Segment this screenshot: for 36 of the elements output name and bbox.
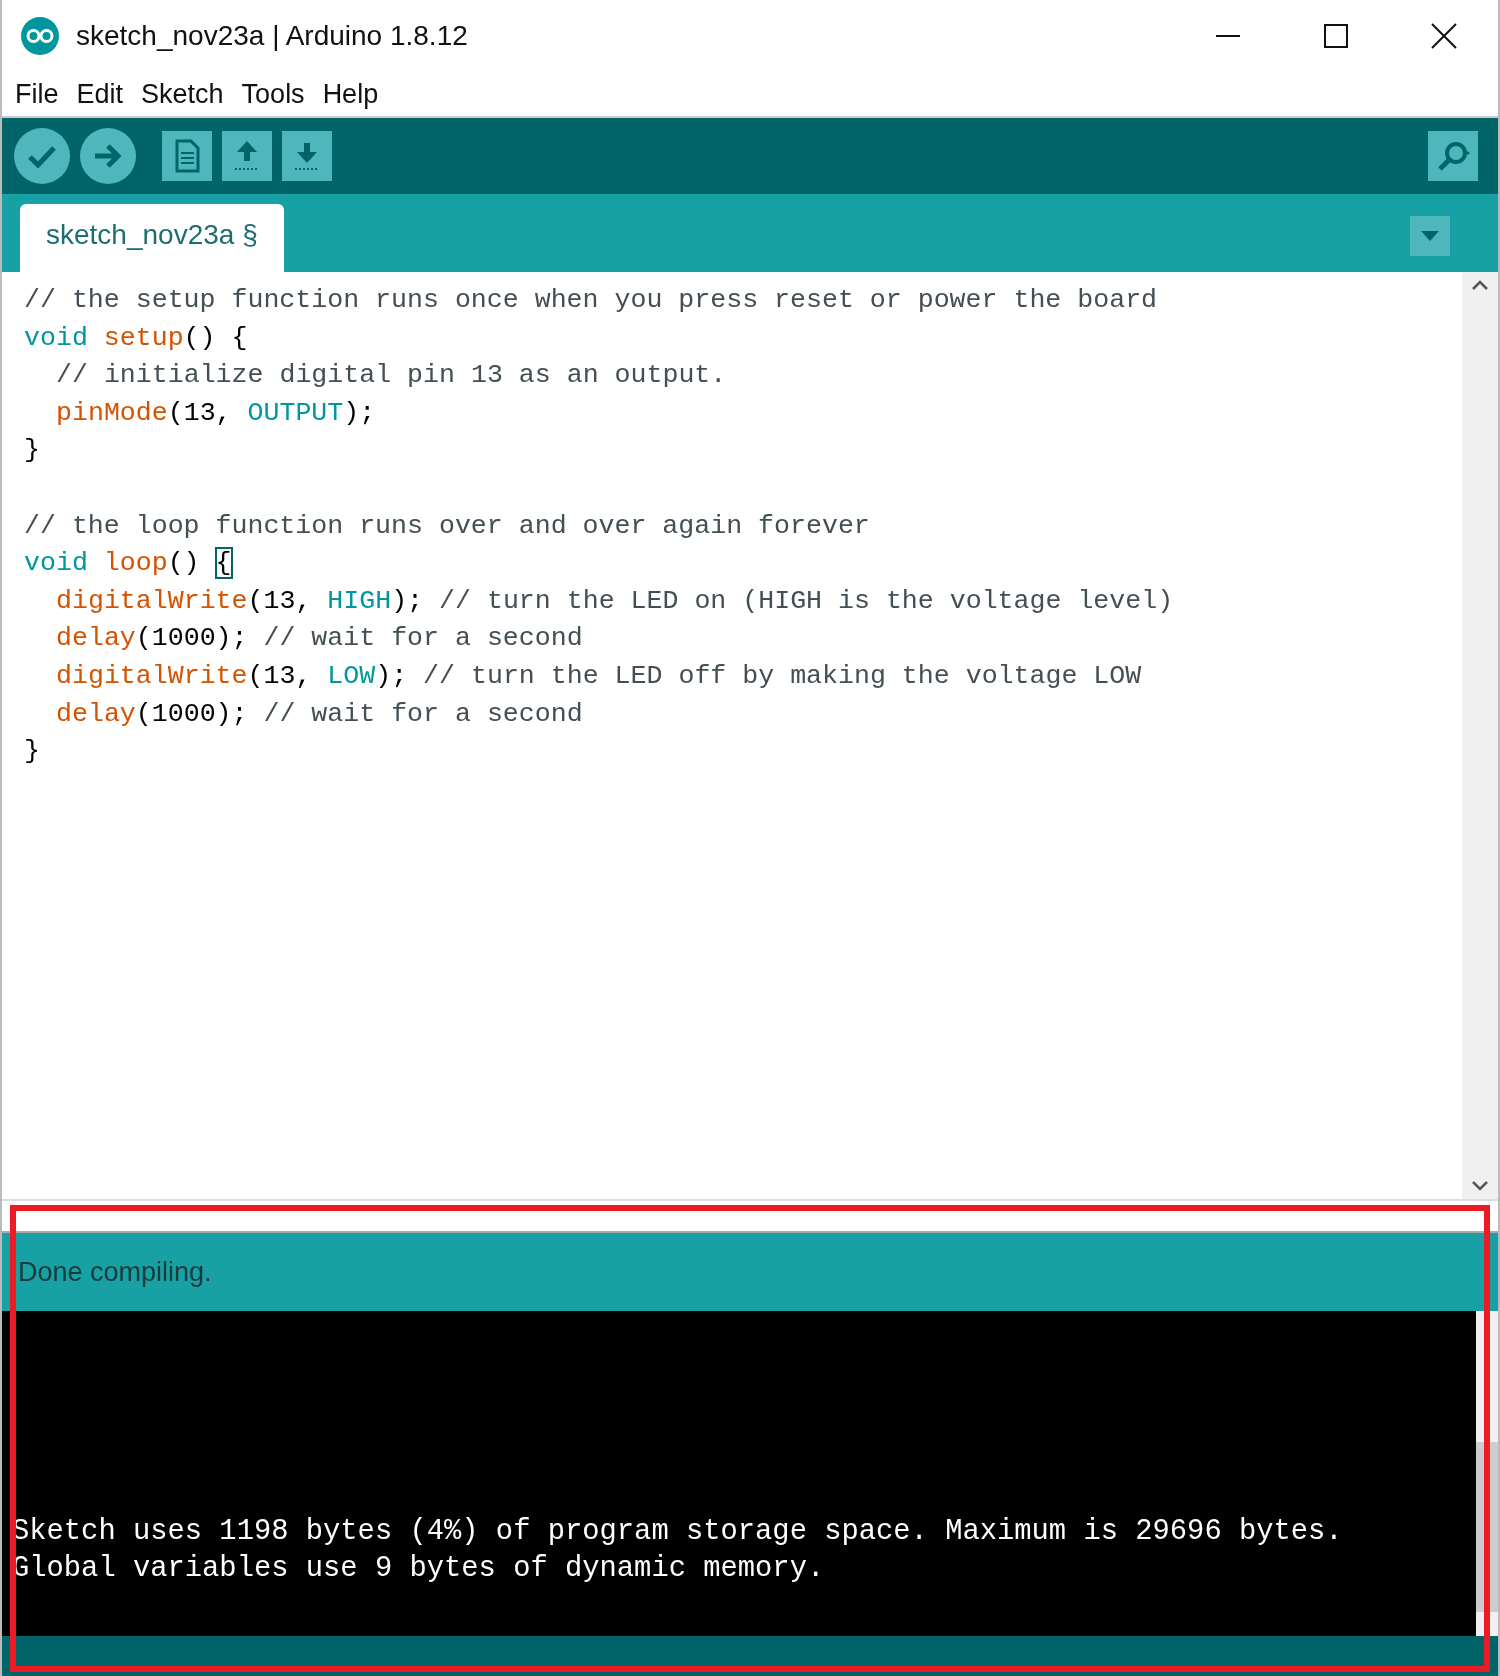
code-line: // the setup function runs once when you press reset or power the board bbox=[24, 285, 1158, 315]
code-line: // the loop function runs over and over again forever bbox=[24, 510, 870, 541]
upload-button[interactable] bbox=[80, 128, 136, 184]
maximize-icon bbox=[1323, 23, 1349, 49]
code-line: } bbox=[24, 736, 40, 767]
code-line: pinMode(13, OUTPUT); bbox=[56, 397, 376, 428]
code-line: delay(1000); // wait for a second bbox=[56, 623, 583, 654]
console-line: Global variables use 9 bytes of dynamic memory. bbox=[12, 1552, 825, 1586]
new-sketch-button[interactable] bbox=[162, 131, 212, 181]
code-line: // initialize digital pin 13 as an output. bbox=[56, 360, 727, 391]
sketch-tab[interactable]: sketch_nov23a § bbox=[20, 204, 284, 272]
menu-item[interactable]: Edit bbox=[67, 73, 133, 115]
menu-item[interactable]: Tools bbox=[232, 73, 314, 115]
close-icon bbox=[1430, 22, 1458, 50]
tab-menu-button[interactable] bbox=[1410, 216, 1450, 256]
minimize-icon bbox=[1215, 34, 1241, 38]
menu-item[interactable]: File bbox=[6, 73, 68, 115]
code-line: } bbox=[24, 435, 40, 466]
window-title: sketch_nov23a | Arduino 1.8.12 bbox=[76, 19, 468, 53]
menu-item[interactable]: Help bbox=[313, 73, 388, 115]
verify-button[interactable] bbox=[14, 128, 70, 184]
code-line: digitalWrite(13, LOW); // turn the LED off by making the voltage LOW bbox=[56, 660, 1142, 691]
save-button[interactable] bbox=[282, 131, 332, 181]
open-button[interactable] bbox=[222, 131, 272, 181]
console-line: Sketch uses 1198 bytes (4%) of program storage space. Maximum is 29696 bytes. bbox=[12, 1514, 1343, 1548]
scrollbar[interactable] bbox=[1462, 272, 1498, 1199]
code-line: void setup() { bbox=[24, 322, 248, 353]
status-message: Done compiling. bbox=[18, 1255, 212, 1289]
menu-item[interactable]: Sketch bbox=[132, 73, 233, 115]
code-line: void loop() { bbox=[24, 548, 232, 579]
serial-monitor-button[interactable] bbox=[1428, 131, 1478, 181]
code-line: delay(1000); // wait for a second bbox=[56, 698, 583, 729]
scroll-down-icon[interactable] bbox=[1470, 1179, 1490, 1193]
infinity-logo-icon bbox=[20, 16, 60, 56]
scroll-up-icon[interactable] bbox=[1470, 278, 1490, 292]
code-line: digitalWrite(13, HIGH); // turn the LED on (HIGH is the voltage level) bbox=[56, 585, 1174, 616]
